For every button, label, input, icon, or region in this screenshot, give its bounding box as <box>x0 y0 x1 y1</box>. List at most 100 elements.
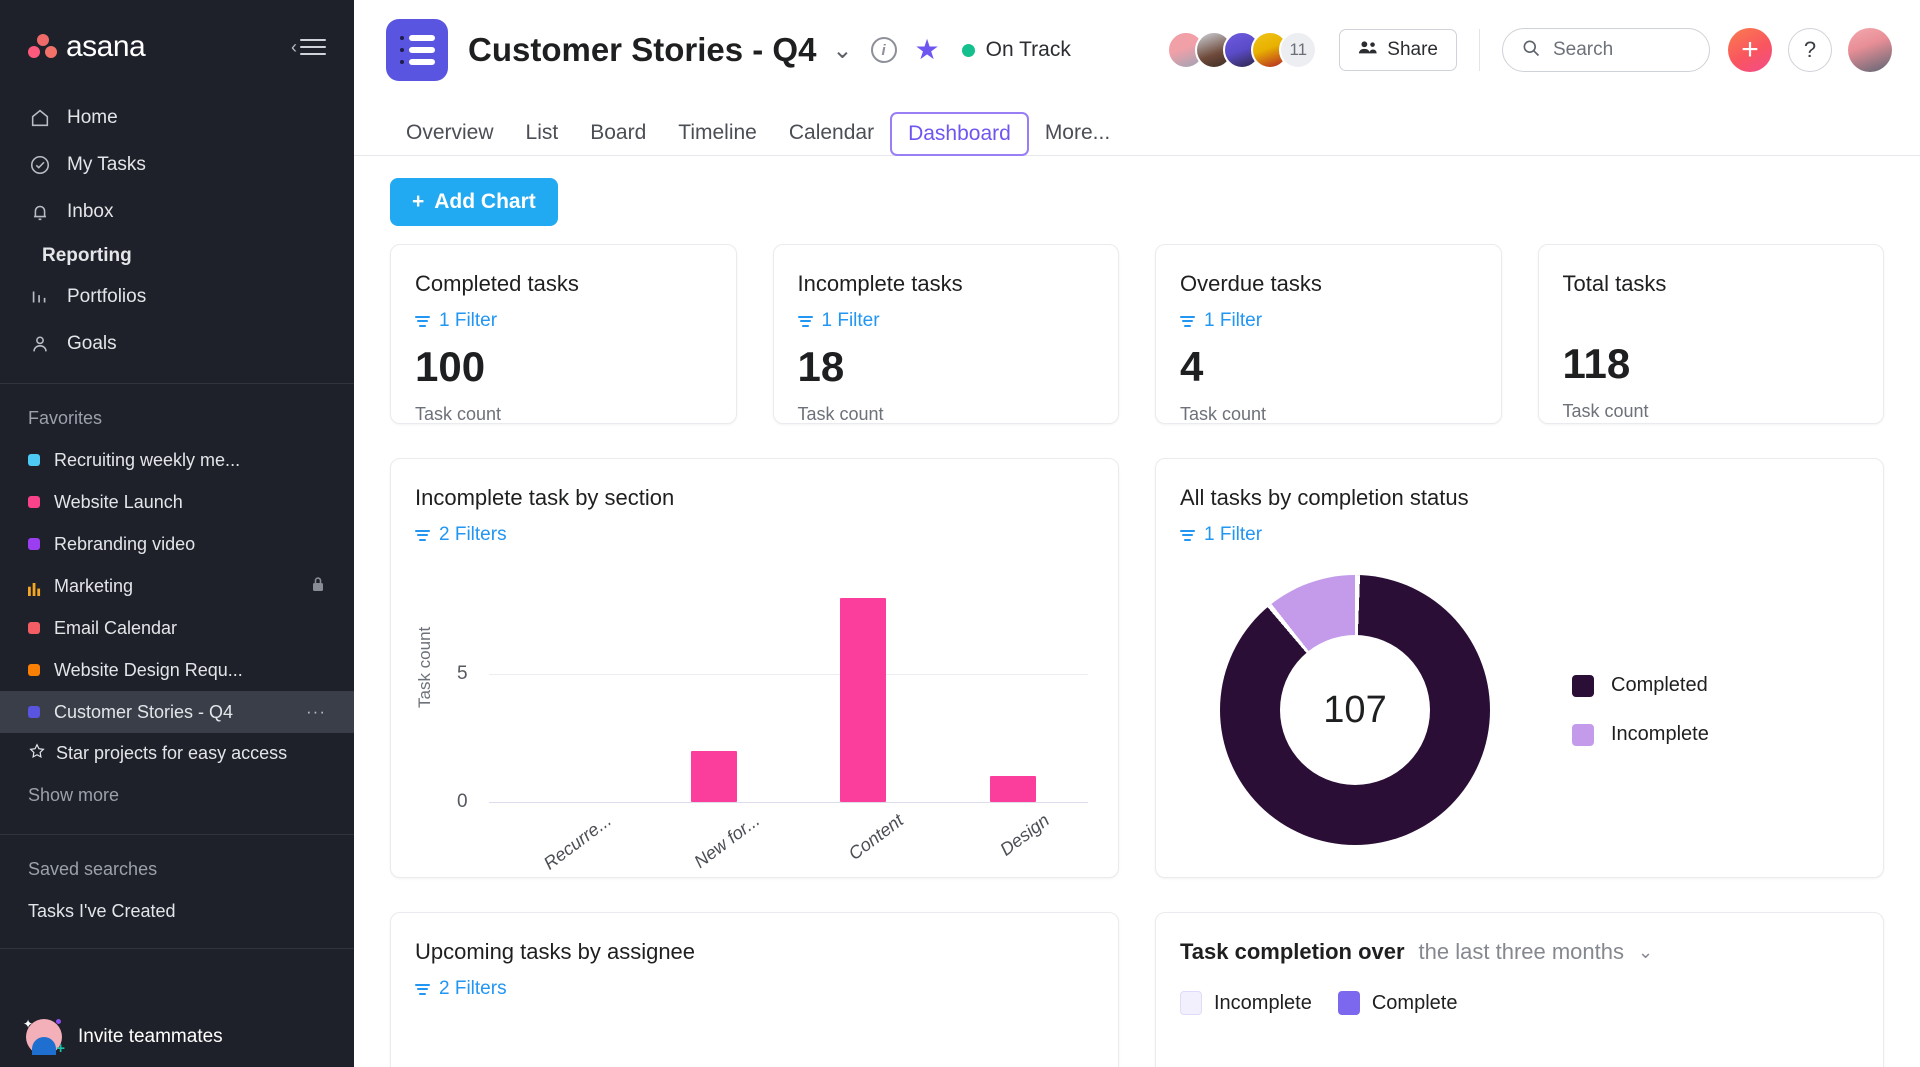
add-chart-button[interactable]: + Add Chart <box>390 178 558 226</box>
card-title: Incomplete task by section <box>415 485 1094 511</box>
time-range-select[interactable]: the last three months <box>1419 939 1624 965</box>
stat-card-completed-tasks[interactable]: Completed tasks 1 Filter 100 Task count <box>390 244 737 424</box>
filter-link[interactable]: 2 Filters <box>415 524 1094 546</box>
sidebar-item-label: Goals <box>67 333 117 355</box>
sidebar-favorites-label: Favorites <box>0 384 354 439</box>
legend-item-incomplete[interactable]: Incomplete <box>1572 723 1709 746</box>
card-title: All tasks by completion status <box>1180 485 1859 511</box>
tab-overview[interactable]: Overview <box>390 115 510 155</box>
home-icon <box>28 106 52 130</box>
sidebar-item-my-tasks[interactable]: My Tasks <box>14 141 340 188</box>
filter-icon <box>415 316 430 327</box>
filter-link[interactable]: 1 Filter <box>1180 524 1859 546</box>
bar[interactable] <box>691 751 737 802</box>
asana-logo[interactable]: asana <box>28 30 145 64</box>
share-label: Share <box>1387 39 1438 61</box>
sidebar-item-home[interactable]: Home <box>14 94 340 141</box>
help-button[interactable]: ? <box>1788 28 1832 72</box>
sidebar-item-label: Customer Stories - Q4 <box>54 702 233 723</box>
sidebar-item-goals[interactable]: Goals <box>14 320 340 367</box>
filter-icon <box>1180 530 1195 541</box>
bar[interactable] <box>840 598 886 802</box>
stat-card-incomplete-tasks[interactable]: Incomplete tasks 1 Filter 18 Task count <box>773 244 1120 424</box>
project-color-dot <box>28 622 40 634</box>
star-outline-icon <box>28 742 46 765</box>
sidebar-item-email-calendar[interactable]: Email Calendar <box>0 607 354 649</box>
chevron-down-icon[interactable]: ⌄ <box>1638 942 1653 963</box>
tab-list[interactable]: List <box>510 115 575 155</box>
info-icon[interactable]: i <box>871 37 897 63</box>
sidebar-item-website-launch[interactable]: Website Launch <box>0 481 354 523</box>
filter-link[interactable]: 2 Filters <box>415 978 1094 1000</box>
chart-card-all-tasks-by-completion-status[interactable]: All tasks by completion status 1 Filter … <box>1155 458 1884 878</box>
show-more-button[interactable]: Show more <box>0 773 354 818</box>
chart-card-incomplete-task-by-section[interactable]: Incomplete task by section 2 Filters Tas… <box>390 458 1119 878</box>
card-title: Upcoming tasks by assignee <box>415 939 1094 965</box>
tab-dashboard[interactable]: Dashboard <box>890 112 1029 156</box>
tab-board[interactable]: Board <box>574 115 662 155</box>
legend-item-completed[interactable]: Completed <box>1572 674 1709 697</box>
chart-card-task-completion-over-time[interactable]: Task completion over the last three mont… <box>1155 912 1884 1067</box>
chevron-down-icon[interactable]: ⌄ <box>832 36 852 65</box>
sidebar-item-tasks-ive-created[interactable]: Tasks I've Created <box>0 890 354 932</box>
create-button[interactable]: + <box>1728 28 1772 72</box>
project-list-icon <box>386 19 448 81</box>
sidebar-item-label: Home <box>67 107 118 129</box>
donut-ring[interactable]: 107 <box>1220 575 1490 845</box>
sidebar-item-rebranding-video[interactable]: Rebranding video <box>0 523 354 565</box>
sidebar-item-portfolios[interactable]: Portfolios <box>14 273 340 320</box>
filter-label: 1 Filter <box>822 310 880 332</box>
sidebar-item-recruiting-weekly-meeting[interactable]: Recruiting weekly me... <box>0 439 354 481</box>
sidebar-item-marketing[interactable]: Marketing <box>0 565 354 607</box>
avatar-overflow-count[interactable]: 11 <box>1279 31 1317 69</box>
search-input[interactable] <box>1553 39 1683 61</box>
legend-swatch <box>1572 724 1594 746</box>
overflow-menu-icon[interactable]: ··· <box>306 702 326 722</box>
collapse-sidebar-icon[interactable]: ‹ <box>291 38 326 56</box>
legend-swatch <box>1180 991 1202 1015</box>
bar-series <box>489 572 1088 802</box>
stat-card-overdue-tasks[interactable]: Overdue tasks 1 Filter 4 Task count <box>1155 244 1502 424</box>
sidebar-item-label: Inbox <box>67 201 113 223</box>
legend-item-incomplete[interactable]: Incomplete <box>1180 991 1312 1015</box>
x-tick-label: Content <box>845 810 908 865</box>
sidebar-divider-3 <box>0 948 354 949</box>
sidebar-item-label: Website Design Requ... <box>54 660 243 681</box>
bar[interactable] <box>990 776 1036 802</box>
sidebar-item-customer-stories-q4[interactable]: Customer Stories - Q4 ··· <box>0 691 354 733</box>
sidebar-item-website-design-request[interactable]: Website Design Requ... <box>0 649 354 691</box>
filter-link[interactable]: 1 Filter <box>415 310 712 332</box>
stat-card-total-tasks[interactable]: Total tasks 118 Task count <box>1538 244 1885 424</box>
sidebar-item-label: My Tasks <box>67 154 146 176</box>
page-title: Customer Stories - Q4 <box>468 31 816 69</box>
star-filled-icon[interactable]: ★ <box>915 36 940 64</box>
member-avatars[interactable]: 11 <box>1167 31 1317 69</box>
star-projects-hint[interactable]: Star projects for easy access <box>0 733 354 773</box>
tab-calendar[interactable]: Calendar <box>773 115 890 155</box>
status-badge[interactable]: On Track <box>962 38 1071 62</box>
donut-legend: Completed Incomplete <box>1572 674 1709 746</box>
sidebar-item-label: Rebranding video <box>54 534 195 555</box>
sidebar-saved-searches-label: Saved searches <box>0 835 354 890</box>
filter-link[interactable]: 1 Filter <box>798 310 1095 332</box>
bar-chart-icon <box>28 285 52 309</box>
invite-teammates-button[interactable]: ✦ + Invite teammates <box>0 1007 354 1067</box>
legend-item-complete[interactable]: Complete <box>1338 991 1458 1015</box>
bar-slot <box>938 572 1088 802</box>
share-button[interactable]: Share <box>1339 29 1457 71</box>
legend-swatch <box>1572 675 1594 697</box>
tab-more[interactable]: More... <box>1029 115 1126 155</box>
project-color-dot <box>28 454 40 466</box>
sidebar-item-inbox[interactable]: Inbox <box>14 188 340 235</box>
stat-value: 100 <box>415 346 712 388</box>
filter-link[interactable]: 1 Filter <box>1180 310 1477 332</box>
chart-card-upcoming-tasks-by-assignee[interactable]: Upcoming tasks by assignee 2 Filters <box>390 912 1119 1067</box>
user-avatar[interactable] <box>1848 28 1892 72</box>
bar-slot <box>789 572 939 802</box>
filter-label: 2 Filters <box>439 978 507 1000</box>
sidebar-item-label: Tasks I've Created <box>28 901 176 922</box>
tab-timeline[interactable]: Timeline <box>662 115 773 155</box>
search-box[interactable] <box>1502 28 1710 72</box>
project-tabs: Overview List Board Timeline Calendar Da… <box>354 100 1920 156</box>
header-divider <box>1479 29 1480 71</box>
